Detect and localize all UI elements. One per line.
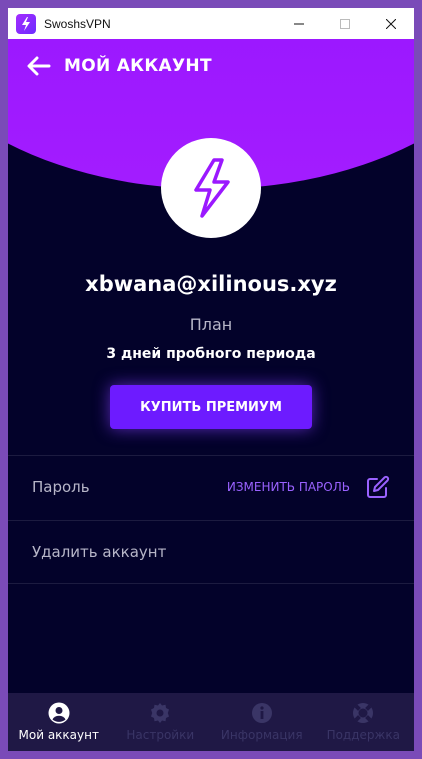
- page-header: МОЙ АККАУНТ: [26, 53, 212, 79]
- password-row: Пароль ИЗМЕНИТЬ ПАРОЛЬ: [8, 455, 414, 519]
- minimize-button[interactable]: [276, 8, 322, 39]
- buy-premium-button[interactable]: КУПИТЬ ПРЕМИУМ: [110, 385, 312, 429]
- change-password-link[interactable]: ИЗМЕНИТЬ ПАРОЛЬ: [227, 480, 350, 494]
- nav-label-support: Поддержка: [326, 728, 400, 742]
- close-button[interactable]: [368, 8, 414, 39]
- lightning-icon: [194, 158, 230, 218]
- back-arrow-icon[interactable]: [26, 53, 52, 79]
- info-icon: [251, 702, 273, 724]
- app-logo-icon: [16, 13, 36, 34]
- window-title: SwoshsVPN: [44, 16, 111, 31]
- titlebar[interactable]: SwoshsVPN: [8, 8, 414, 39]
- plan-label: План: [189, 315, 233, 334]
- nav-item-account[interactable]: Мой аккаунт: [8, 693, 110, 751]
- avatar: [161, 138, 261, 238]
- delete-account-row[interactable]: Удалить аккаунт: [8, 520, 414, 584]
- window-frame: SwoshsVPN МОЙ АККАУНТ xbwana@xilinous.xy…: [0, 0, 422, 759]
- nav-label-info: Информация: [220, 728, 303, 742]
- delete-account-label: Удалить аккаунт: [32, 543, 167, 561]
- password-label: Пароль: [32, 478, 90, 496]
- support-icon: [352, 702, 374, 724]
- page-title: МОЙ АККАУНТ: [64, 56, 212, 76]
- app-content: МОЙ АККАУНТ xbwana@xilinous.xyz План 3 д…: [8, 39, 414, 751]
- account-email: xbwana@xilinous.xyz: [85, 272, 337, 296]
- gear-icon: [149, 702, 171, 724]
- nav-item-info[interactable]: Информация: [211, 693, 313, 751]
- nav-item-settings[interactable]: Настройки: [110, 693, 212, 751]
- window-controls: [276, 8, 414, 39]
- maximize-button[interactable]: [322, 8, 368, 39]
- account-icon: [48, 702, 70, 724]
- nav-label-settings: Настройки: [126, 728, 195, 742]
- nav-item-support[interactable]: Поддержка: [313, 693, 415, 751]
- edit-icon[interactable]: [366, 475, 390, 499]
- bottom-navigation: Мой аккаунт Настройки Информация Поддерж…: [8, 693, 414, 751]
- plan-value: 3 дней пробного периода: [106, 346, 316, 362]
- nav-label-account: Мой аккаунт: [18, 728, 99, 742]
